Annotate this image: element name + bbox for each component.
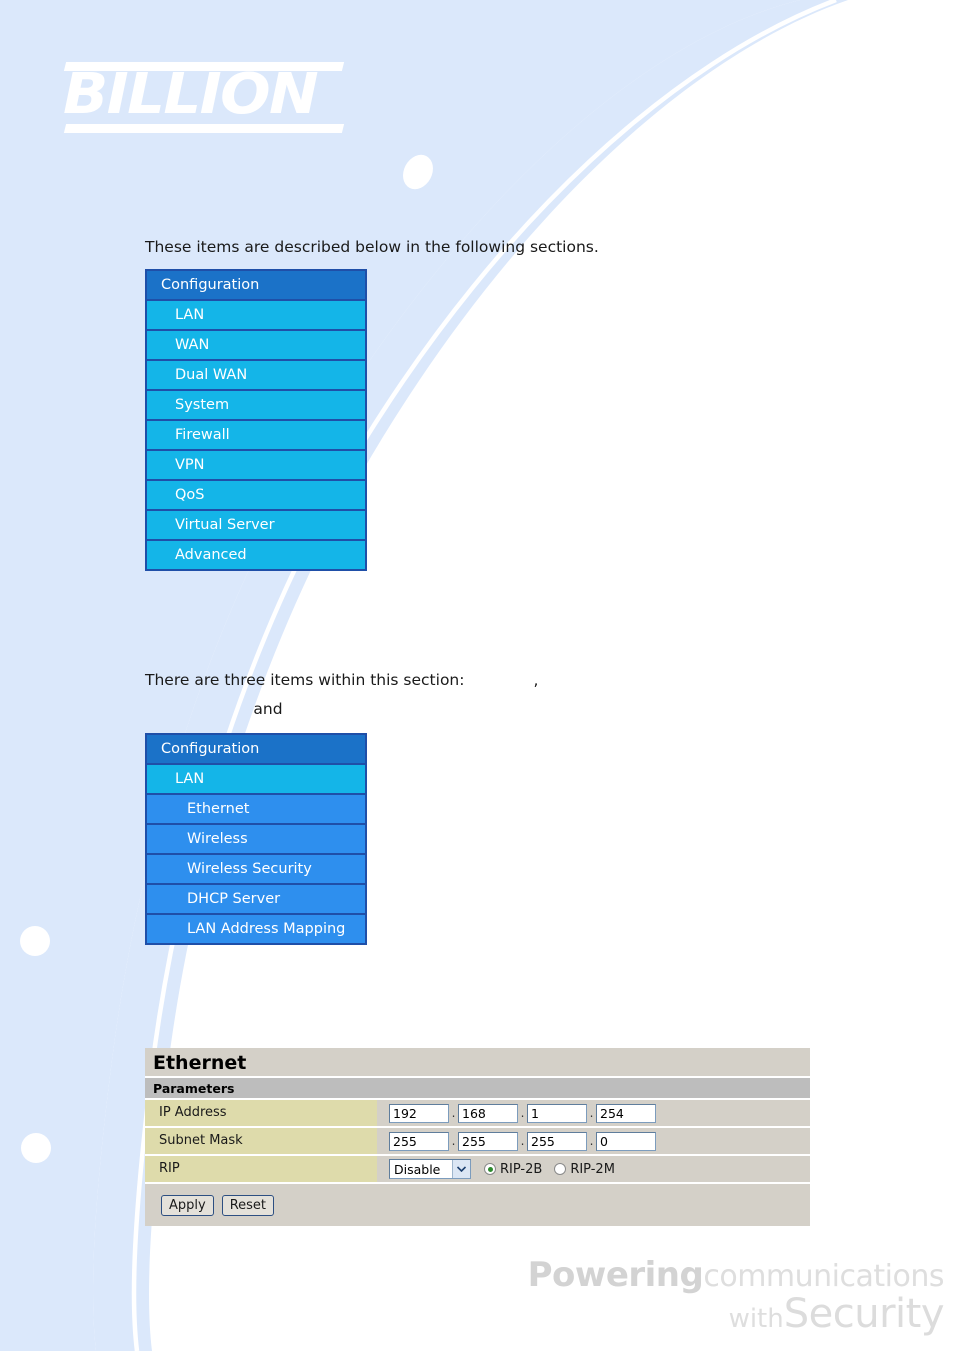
panel-section-header: Parameters <box>145 1078 810 1100</box>
subnet-mask-octet-2[interactable] <box>458 1131 518 1151</box>
menu-lan-item-dhcp-server[interactable]: DHCP Server <box>147 885 365 913</box>
chevron-down-icon[interactable] <box>452 1160 470 1178</box>
section-intro-comma: , <box>533 671 539 689</box>
footer-word-powering: Powering <box>527 1255 704 1295</box>
field-rip: Disable RIP-2B RIP-2M <box>377 1156 810 1182</box>
field-ip-address: . . . <box>377 1100 810 1126</box>
apply-button[interactable]: Apply <box>161 1194 214 1216</box>
label-subnet-mask: Subnet Mask <box>145 1128 377 1154</box>
panel-button-row: Apply Reset <box>145 1184 810 1226</box>
rip-type-radio-group: RIP-2B RIP-2M <box>484 1162 627 1177</box>
subnet-mask-octet-1[interactable] <box>389 1131 449 1151</box>
menu-primary-header[interactable]: Configuration <box>147 271 365 299</box>
subnet-mask-octet-4[interactable] <box>596 1131 656 1151</box>
menu-primary-item-vpn[interactable]: VPN <box>147 451 365 479</box>
section-intro-indent <box>145 700 253 718</box>
octet-separator: . <box>520 1106 525 1120</box>
field-subnet-mask: . . . <box>377 1128 810 1154</box>
radio-rip-2b-indicator[interactable] <box>484 1163 496 1175</box>
ip-address-octet-2[interactable] <box>458 1103 518 1123</box>
octet-separator: . <box>451 1106 456 1120</box>
billion-logo: BILLION <box>63 58 353 140</box>
section-intro-gap <box>464 671 533 689</box>
panel-title: Ethernet <box>145 1048 810 1078</box>
label-ip-address: IP Address <box>145 1100 377 1126</box>
radio-rip-2m-label: RIP-2M <box>570 1161 615 1177</box>
menu-lan-item-wireless-security[interactable]: Wireless Security <box>147 855 365 883</box>
row-subnet-mask: Subnet Mask . . . <box>145 1128 810 1156</box>
footer-line-2: withSecurity <box>424 1291 945 1337</box>
footer-line-1: Poweringcommunications <box>424 1255 945 1295</box>
section-intro-and: and <box>253 700 283 718</box>
menu-primary-item-lan[interactable]: LAN <box>147 301 365 329</box>
menu-lan-item-lan-address-mapping[interactable]: LAN Address Mapping <box>147 915 365 943</box>
menu-primary-item-wan[interactable]: WAN <box>147 331 365 359</box>
octet-separator: . <box>589 1106 594 1120</box>
octet-separator: . <box>451 1134 456 1148</box>
menu-lan-item-ethernet[interactable]: Ethernet <box>147 795 365 823</box>
section-intro-paragraph: There are three items within this sectio… <box>145 669 538 691</box>
row-rip: RIP Disable RIP-2B RIP-2M <box>145 1156 810 1184</box>
rip-mode-select-value: Disable <box>394 1161 441 1177</box>
menu-primary-item-system[interactable]: System <box>147 391 365 419</box>
footer-word-with: with <box>728 1304 784 1334</box>
ip-address-octet-3[interactable] <box>527 1103 587 1123</box>
page-content: BILLION These items are described below … <box>0 0 954 1351</box>
menu-primary-item-virtual-server[interactable]: Virtual Server <box>147 511 365 539</box>
logo-wordmark: BILLION <box>63 62 319 127</box>
octet-separator: . <box>520 1134 525 1148</box>
footer-word-communications: communications <box>703 1259 944 1294</box>
subnet-mask-octet-3[interactable] <box>527 1131 587 1151</box>
radio-rip-2b[interactable]: RIP-2B <box>484 1162 542 1177</box>
row-ip-address: IP Address . . . <box>145 1100 810 1128</box>
radio-rip-2m-indicator[interactable] <box>554 1163 567 1175</box>
menu-lan-header[interactable]: Configuration <box>147 735 365 763</box>
menu-lan-item-wireless[interactable]: Wireless <box>147 825 365 853</box>
menu-primary-item-firewall[interactable]: Firewall <box>147 421 365 449</box>
octet-separator: . <box>589 1134 594 1148</box>
ip-address-octet-4[interactable] <box>596 1103 656 1123</box>
ethernet-config-panel: Ethernet Parameters IP Address . . . Sub… <box>145 1048 810 1226</box>
configuration-menu-lan: Configuration LAN Ethernet Wireless Wire… <box>145 733 367 945</box>
section-intro-text: There are three items within this sectio… <box>145 671 465 689</box>
intro-paragraph: These items are described below in the f… <box>145 238 599 256</box>
menu-primary-item-qos[interactable]: QoS <box>147 481 365 509</box>
configuration-menu-primary: Configuration LAN WAN Dual WAN System Fi… <box>145 269 367 571</box>
rip-mode-select[interactable]: Disable <box>389 1159 471 1179</box>
reset-button[interactable]: Reset <box>221 1194 275 1216</box>
section-intro-paragraph-line2: and <box>145 698 283 720</box>
footer-word-security: Security <box>783 1291 945 1337</box>
footer-tagline: Poweringcommunications withSecurity <box>424 1255 945 1337</box>
logo-bottom-bar <box>63 124 345 133</box>
radio-rip-2m[interactable]: RIP-2M <box>554 1162 615 1177</box>
menu-lan-item-lan[interactable]: LAN <box>147 765 365 793</box>
label-rip: RIP <box>145 1156 377 1182</box>
menu-primary-item-advanced[interactable]: Advanced <box>147 541 365 569</box>
radio-rip-2b-label: RIP-2B <box>500 1161 543 1177</box>
menu-primary-item-dual-wan[interactable]: Dual WAN <box>147 361 365 389</box>
ip-address-octet-1[interactable] <box>389 1103 449 1123</box>
